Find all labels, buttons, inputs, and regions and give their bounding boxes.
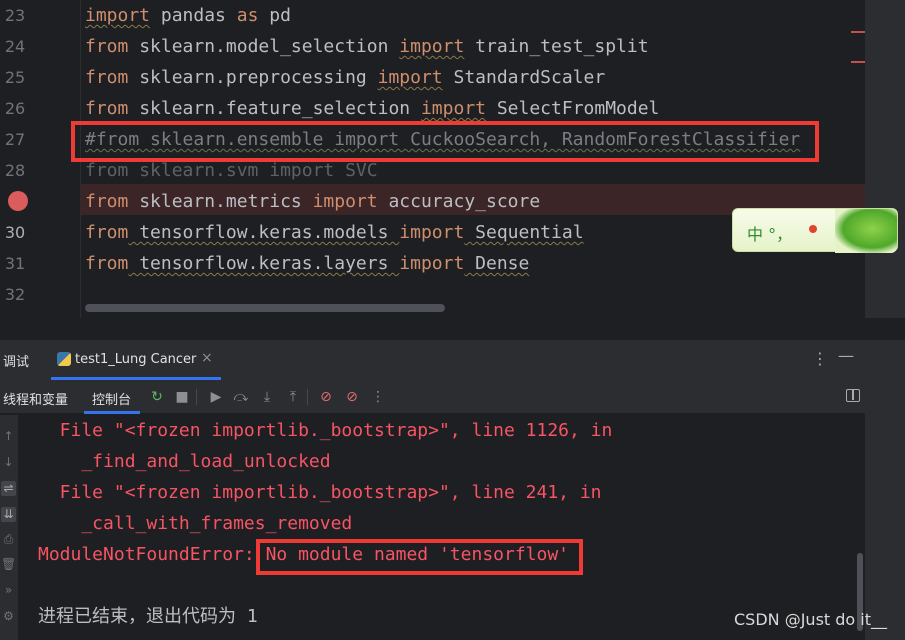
soft-wrap-icon[interactable]: ⇌ <box>1 481 16 496</box>
code-line[interactable]: from sklearn.preprocessing import Standa… <box>85 62 605 93</box>
code-line[interactable]: from tensorflow.keras.models import Sequ… <box>85 217 584 248</box>
code-token: StandardScaler <box>442 67 606 88</box>
watermark-text: CSDN @Just do it__ <box>734 610 888 629</box>
annotation-box-error-message <box>256 539 583 575</box>
code-token: sklearn.preprocessing <box>128 67 378 88</box>
editor-right-strip <box>865 0 905 318</box>
code-token: tensorflow.keras.layers <box>128 253 400 274</box>
code-token: tensorflow.keras.models <box>128 222 400 243</box>
code-token: SelectFromModel <box>486 98 660 119</box>
print-icon[interactable]: ⎙ <box>1 532 16 547</box>
line-number[interactable]: 32 <box>0 279 30 310</box>
minimize-icon[interactable]: — <box>838 346 854 365</box>
scroll-to-end-icon[interactable]: ⇊ <box>1 507 16 522</box>
stop-icon[interactable]: ■ <box>173 388 191 406</box>
tab-threads-variables[interactable]: 线程和变量 <box>3 389 68 408</box>
active-subtab-indicator <box>84 411 140 414</box>
code-line[interactable]: from sklearn.model_selection import trai… <box>85 31 649 62</box>
traceback-line: File "<frozen importlib._bootstrap>", li… <box>38 482 602 503</box>
code-token: train_test_split <box>464 36 649 57</box>
mute-breakpoints-icon[interactable]: ⊘ <box>343 388 361 406</box>
toolbar-separator <box>307 389 308 405</box>
view-breakpoints-icon[interactable]: ⊘ <box>317 388 335 406</box>
more-icon[interactable]: ⋮ <box>369 388 387 406</box>
step-into-icon[interactable]: ⤓ <box>258 388 276 406</box>
close-tab-icon[interactable]: × <box>201 350 213 366</box>
breakpoint-icon[interactable] <box>8 191 28 211</box>
step-over-icon[interactable]: ⤼ <box>232 388 250 406</box>
annotation-box-commented-import <box>71 121 819 162</box>
toolwindow-title: 调试 <box>3 355 30 370</box>
code-line[interactable]: from tensorflow.keras.layers import Dens… <box>85 248 529 279</box>
code-token: from <box>85 253 129 274</box>
clear-all-icon[interactable]: 🗑 <box>1 557 16 572</box>
line-number[interactable]: 27 <box>0 124 30 155</box>
ime-status-icon[interactable] <box>809 225 817 233</box>
console-side-toolbar: ↑ ↓ ⇌ ⇊ ⎙ 🗑 » ⚙ <box>0 415 18 640</box>
line-number[interactable]: 23 <box>0 0 30 31</box>
code-line[interactable]: from sklearn.feature_selection import Se… <box>85 93 659 124</box>
line-number[interactable]: 24 <box>0 31 30 62</box>
code-token: from <box>85 36 129 57</box>
python-icon <box>57 352 71 366</box>
traceback-line: _find_and_load_unlocked <box>38 451 331 472</box>
tab-run-config-label: test1_Lung Cancer <box>75 352 197 367</box>
code-token: pd <box>258 5 291 26</box>
settings-icon[interactable]: ⚙ <box>1 609 16 624</box>
debug-toolwindow-header: 调试 test1_Lung Cancer × ⋮ — <box>0 340 865 380</box>
more-options-icon[interactable]: ⋮ <box>812 349 828 368</box>
code-token: accuracy_score <box>377 191 541 212</box>
error-stripe-mark[interactable] <box>851 61 865 63</box>
line-number[interactable]: 31 <box>0 248 30 279</box>
expand-icon[interactable]: » <box>1 583 16 598</box>
console-output[interactable]: File "<frozen importlib._bootstrap>", li… <box>0 415 865 640</box>
code-token: from sklearn.svm import SVC <box>85 160 378 181</box>
toolwindow-right-strip <box>865 340 905 640</box>
rerun-icon[interactable]: ↻ <box>148 388 166 406</box>
code-token: import <box>399 222 465 243</box>
code-token: pandas <box>150 5 237 26</box>
panel-splitter[interactable] <box>0 318 905 340</box>
code-token: sklearn.feature_selection <box>128 98 421 119</box>
ime-mode-label[interactable]: 中 °， <box>747 221 792 245</box>
layout-settings-icon[interactable] <box>846 389 860 402</box>
line-number[interactable]: 28 <box>0 155 30 186</box>
code-token: Sequential <box>464 222 584 243</box>
code-token: import <box>312 191 378 212</box>
code-token: sklearn.metrics <box>128 191 313 212</box>
tab-console[interactable]: 控制台 <box>92 389 131 408</box>
code-token: import <box>399 36 465 57</box>
resume-icon[interactable]: ▶ <box>207 388 225 406</box>
code-line[interactable]: import pandas as pd <box>85 0 291 31</box>
code-token: from <box>85 222 129 243</box>
code-editor[interactable]: 23 24 25 26 27 28 30 31 32 import pandas as pd fr… <box>0 0 905 318</box>
code-token: sklearn.model_selection <box>128 36 400 57</box>
scroll-down-icon[interactable]: ↓ <box>1 455 16 470</box>
code-token: import <box>85 5 151 26</box>
ime-leaf-logo-icon <box>835 209 897 253</box>
code-token: from <box>85 67 129 88</box>
toolbar-separator <box>196 389 197 405</box>
ime-toolbar[interactable]: 中 °， <box>732 208 898 253</box>
code-token: from <box>85 98 129 119</box>
code-line[interactable]: from sklearn.metrics import accuracy_sco… <box>85 186 540 217</box>
traceback-line: File "<frozen importlib._bootstrap>", li… <box>38 420 613 441</box>
line-number[interactable]: 30 <box>0 217 30 248</box>
code-token: from <box>85 191 129 212</box>
scroll-up-icon[interactable]: ↑ <box>1 429 16 444</box>
code-token: import <box>420 98 486 119</box>
error-stripe-mark[interactable] <box>851 31 865 33</box>
code-token: import <box>399 253 465 274</box>
step-out-icon[interactable]: ⤒ <box>284 388 302 406</box>
exit-code-line: 进程已结束，退出代码为 1 <box>38 606 258 627</box>
code-token: as <box>236 5 259 26</box>
traceback-line: _call_with_frames_removed <box>38 513 353 534</box>
debug-subtoolbar: 线程和变量 控制台 ↻ ■ ▶ ⤼ ⤓ ⤒ ⊘ ⊘ ⋮ <box>0 380 865 414</box>
editor-horizontal-scrollbar[interactable] <box>85 304 445 312</box>
line-number[interactable]: 26 <box>0 93 30 124</box>
line-number[interactable]: 25 <box>0 62 30 93</box>
code-token: Dense <box>464 253 530 274</box>
tab-run-config[interactable]: test1_Lung Cancer × <box>51 340 221 380</box>
code-token: import <box>377 67 443 88</box>
